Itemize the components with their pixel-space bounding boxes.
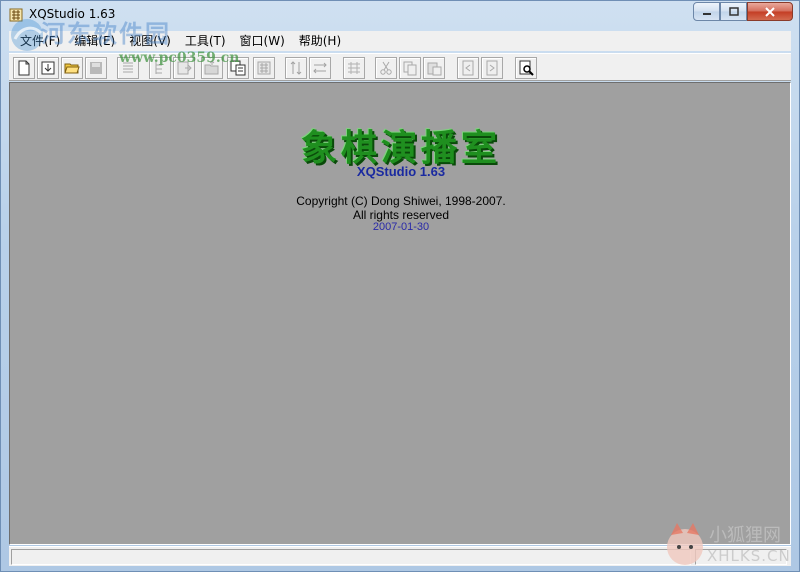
app-window: XQStudio 1.63 文件(F) 编辑(E) 视图(V) 工具(T) 窗口… <box>0 0 800 572</box>
status-panel-main <box>11 549 691 565</box>
corner-watermark-name: 小狐狸网 <box>709 525 781 546</box>
page-next-button[interactable] <box>481 57 503 79</box>
maximize-button[interactable] <box>720 2 747 21</box>
board-paste-icon <box>257 61 271 75</box>
flip-horizontal-button[interactable] <box>309 57 331 79</box>
menu-window[interactable]: 窗口(W) <box>233 31 292 51</box>
cut-button[interactable] <box>375 57 397 79</box>
paste-button[interactable] <box>423 57 445 79</box>
copyright-line: Copyright (C) Dong Shiwei, 1998-2007. <box>296 194 506 208</box>
splash-date: 2007-01-30 <box>372 221 430 233</box>
close-icon <box>765 6 775 17</box>
step-icon <box>348 62 360 74</box>
minimize-icon <box>702 12 711 15</box>
import-icon <box>41 61 55 75</box>
board-paste-button[interactable] <box>253 57 275 79</box>
page-next-icon <box>486 60 498 76</box>
minimize-button[interactable] <box>693 2 720 21</box>
menu-tools[interactable]: 工具(T) <box>178 31 233 51</box>
watermark-site-url: www.pc0359.cn <box>119 50 240 66</box>
splash-copyright: Copyright (C) Dong Shiwei, 1998-2007. Al… <box>1 194 800 222</box>
splash-version: XQStudio 1.63 <box>356 164 446 179</box>
step-button[interactable] <box>343 57 365 79</box>
copy-button[interactable] <box>399 57 421 79</box>
flip-vertical-icon <box>290 61 302 75</box>
save-icon <box>90 62 102 74</box>
window-controls <box>693 2 793 21</box>
close-button[interactable] <box>747 2 793 21</box>
paste-icon <box>427 62 442 76</box>
new-file-button[interactable] <box>13 57 35 79</box>
preview-icon <box>519 60 534 76</box>
copy-icon <box>403 61 417 76</box>
page-prev-button[interactable] <box>457 57 479 79</box>
corner-watermark-url: XHLKS.CN <box>707 547 791 565</box>
flip-vertical-button[interactable] <box>285 57 307 79</box>
flip-horizontal-icon <box>313 62 327 74</box>
open-button[interactable] <box>61 57 83 79</box>
menu-help[interactable]: 帮助(H) <box>292 31 348 51</box>
maximize-icon <box>728 6 739 16</box>
open-folder-icon <box>64 63 80 74</box>
new-file-icon <box>18 60 30 76</box>
save-button[interactable] <box>85 57 107 79</box>
cut-icon <box>380 61 392 75</box>
preview-button[interactable] <box>515 57 537 79</box>
rights-line: All rights reserved <box>352 208 450 222</box>
watermark-site-name: 河东软件园 <box>41 19 171 48</box>
page-prev-icon <box>462 60 474 76</box>
import-button[interactable] <box>37 57 59 79</box>
